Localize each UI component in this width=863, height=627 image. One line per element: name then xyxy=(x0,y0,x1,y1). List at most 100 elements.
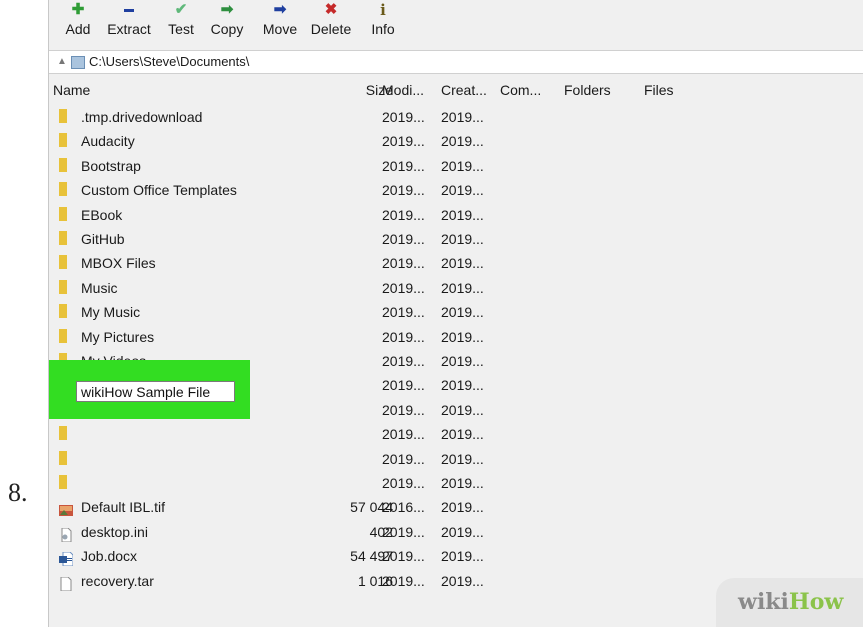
row-created: 2019... xyxy=(441,231,484,247)
column-header-row: Name Size Modi... Creat... Com... Folder… xyxy=(49,82,863,102)
row-modified: 2019... xyxy=(382,304,425,321)
folder-icon xyxy=(59,304,67,319)
column-folders[interactable]: Folders xyxy=(564,82,611,98)
row-modified: 2019... xyxy=(382,353,425,369)
row-created: 2019... xyxy=(441,206,484,223)
row-name: Custom Office Templates xyxy=(81,182,237,199)
row-created: 2019... xyxy=(441,450,484,467)
row-name: Music xyxy=(81,279,118,296)
column-comment[interactable]: Com... xyxy=(500,82,541,98)
row-name: .tmp.drivedownload xyxy=(81,109,203,125)
move-label: Move xyxy=(262,21,298,37)
table-row[interactable]: My Pictures 2019... 2019... xyxy=(49,326,863,350)
row-created: 2019... xyxy=(441,279,484,296)
table-row[interactable]: GitHub 2019... 2019... xyxy=(49,228,863,252)
plus-icon: ✚ xyxy=(71,1,85,18)
row-modified: 2019... xyxy=(382,572,425,589)
extract-label: Extract xyxy=(107,21,151,37)
folder-icon xyxy=(59,255,67,270)
row-modified: 2016... xyxy=(382,499,425,516)
row-modified: 2019... xyxy=(382,206,425,223)
row-modified: 2019... xyxy=(382,523,425,540)
extract-button[interactable]: ▬ Extract xyxy=(102,0,156,46)
delete-button[interactable]: ✖ Delete xyxy=(307,0,355,46)
row-modified: 2019... xyxy=(382,548,425,565)
folder-icon xyxy=(59,206,67,221)
row-created: 2019... xyxy=(441,353,484,369)
table-row[interactable]: Audacity 2019... 2019... xyxy=(49,130,863,154)
address-path[interactable]: C:\Users\Steve\Documents\ xyxy=(89,51,249,73)
minus-icon: ▬ xyxy=(124,4,134,15)
row-name: Default IBL.tif xyxy=(81,499,166,516)
watermark-wiki: wiki xyxy=(738,589,789,615)
row-created: 2019... xyxy=(441,255,484,272)
up-folder-icon[interactable]: ▲ xyxy=(57,51,67,73)
column-files[interactable]: Files xyxy=(644,82,674,98)
folder-path-icon xyxy=(71,56,85,69)
table-row[interactable]: desktop.ini 402 2019... 2019... xyxy=(49,521,863,545)
move-button[interactable]: ➡ Move xyxy=(257,0,303,46)
folder-icon xyxy=(59,157,67,172)
row-name: EBook xyxy=(81,206,123,223)
row-modified: 2019... xyxy=(382,109,425,125)
row-name: desktop.ini xyxy=(81,523,148,540)
table-row[interactable]: .tmp.drivedownload 2019... 2019... xyxy=(49,106,863,130)
row-modified: 2019... xyxy=(382,231,425,247)
row-name: Job.docx xyxy=(81,548,138,565)
row-name: Bootstrap xyxy=(81,157,141,174)
info-icon: i xyxy=(380,1,386,19)
checkmark-icon: ✔ xyxy=(174,1,188,18)
row-created: 2019... xyxy=(441,133,484,150)
row-name: My Pictures xyxy=(81,328,155,345)
test-label: Test xyxy=(168,21,194,37)
row-modified: 2019... xyxy=(382,328,425,345)
row-created: 2019... xyxy=(441,109,484,125)
row-created: 2019... xyxy=(441,572,484,589)
row-modified: 2019... xyxy=(382,450,425,467)
copy-button[interactable]: ➡ Copy xyxy=(206,0,248,46)
table-row[interactable]: 2019... 2019... xyxy=(49,423,863,447)
add-button[interactable]: ✚ Add xyxy=(62,0,94,46)
info-button[interactable]: i Info xyxy=(367,0,399,46)
table-row[interactable]: EBook 2019... 2019... xyxy=(49,204,863,228)
table-row[interactable]: Music 2019... 2019... xyxy=(49,277,863,301)
row-modified: 2019... xyxy=(382,426,425,443)
row-created: 2019... xyxy=(441,523,484,540)
row-created: 2019... xyxy=(441,426,484,443)
column-name[interactable]: Name xyxy=(53,82,90,98)
file-manager-window: ✚ Add ▬ Extract ✔ Test ➡ Copy ➡ Move ✖ D… xyxy=(48,0,863,627)
add-label: Add xyxy=(65,21,91,37)
arrow-right-green-icon: ➡ xyxy=(220,1,234,18)
address-bar[interactable]: ▲ C:\Users\Steve\Documents\ xyxy=(49,50,863,74)
table-row[interactable]: 2019... 2019... xyxy=(49,472,863,496)
folder-icon xyxy=(59,450,67,465)
column-modified[interactable]: Modi... xyxy=(382,82,424,98)
wikihow-watermark: wikiHow xyxy=(716,578,863,627)
x-icon: ✖ xyxy=(324,1,338,18)
table-row[interactable]: 2019... 2019... xyxy=(49,448,863,472)
table-row[interactable]: Custom Office Templates 2019... 2019... xyxy=(49,179,863,203)
row-created: 2019... xyxy=(441,157,484,174)
watermark-how: How xyxy=(788,589,844,615)
row-modified: 2019... xyxy=(382,157,425,174)
row-created: 2019... xyxy=(441,182,484,199)
folder-icon xyxy=(59,426,67,441)
folder-icon xyxy=(59,231,67,245)
test-button[interactable]: ✔ Test xyxy=(164,0,198,46)
table-row[interactable]: Job.docx 54 497 2019... 2019... xyxy=(49,545,863,569)
table-row[interactable]: My Music 2019... 2019... xyxy=(49,301,863,325)
row-created: 2019... xyxy=(441,548,484,565)
folder-icon xyxy=(59,475,67,489)
row-modified: 2019... xyxy=(382,475,425,491)
table-row[interactable]: MBOX Files 2019... 2019... xyxy=(49,252,863,276)
row-created: 2019... xyxy=(441,304,484,321)
table-row[interactable]: Bootstrap 2019... 2019... xyxy=(49,155,863,179)
column-created[interactable]: Creat... xyxy=(441,82,487,98)
row-created: 2019... xyxy=(441,377,484,394)
table-row[interactable]: Default IBL.tif 57 044 2016... 2019... xyxy=(49,496,863,520)
row-name: MBOX Files xyxy=(81,255,156,272)
toolbar: ✚ Add ▬ Extract ✔ Test ➡ Copy ➡ Move ✖ D… xyxy=(49,0,863,46)
folder-icon xyxy=(59,133,67,148)
rename-input[interactable]: wikiHow Sample File xyxy=(76,381,235,402)
arrow-right-blue-icon: ➡ xyxy=(273,1,287,18)
